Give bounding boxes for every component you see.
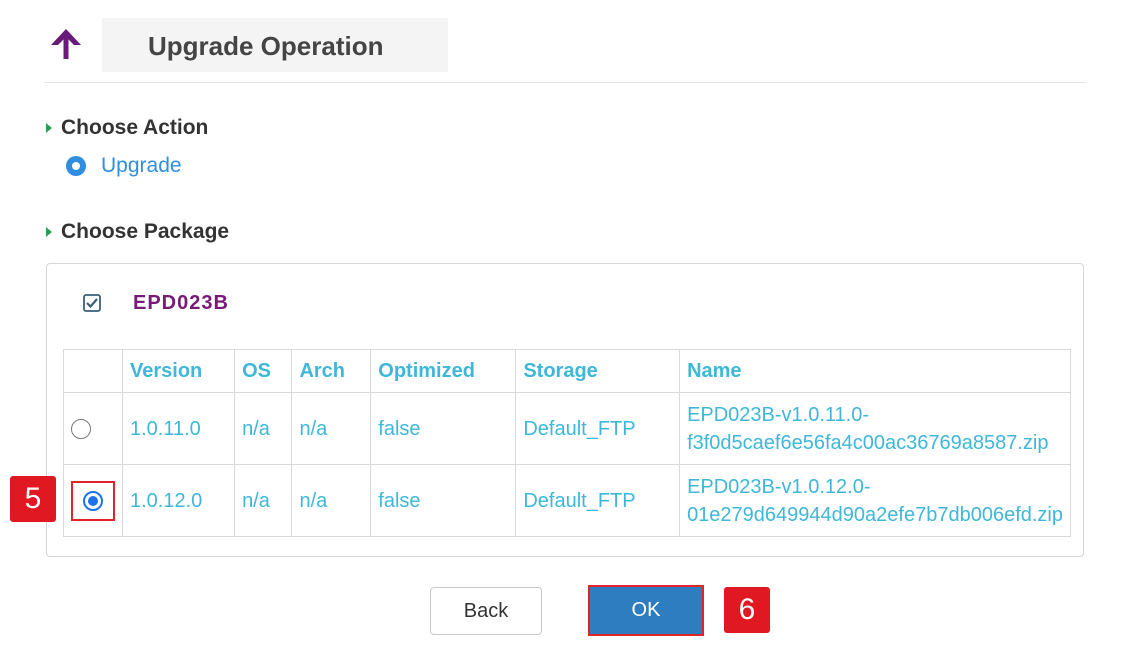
- table-header-row: Version OS Arch Optimized Storage Name: [63, 349, 1071, 393]
- row-select-cell[interactable]: [63, 464, 123, 537]
- section-marker-icon: [46, 227, 52, 237]
- cell-name-line2: 01e279d649944d90a2efe7b7db006efd.zip: [687, 503, 1063, 526]
- cell-os: n/a: [234, 464, 293, 537]
- col-name: Name: [679, 349, 1071, 393]
- col-storage: Storage: [515, 349, 681, 393]
- cell-version: 1.0.11.0: [121, 392, 236, 465]
- row-radio-selected[interactable]: [83, 491, 103, 512]
- cell-name-line1: EPD023B-v1.0.11.0-: [687, 403, 870, 426]
- section-choose-action: Choose Action: [46, 116, 208, 140]
- selection-highlight: [71, 480, 115, 521]
- col-os: OS: [234, 349, 293, 393]
- section-choose-package: Choose Package: [46, 220, 229, 244]
- cell-name: EPD023B-v1.0.12.0- 01e279d649944d90a2efe…: [679, 464, 1071, 537]
- action-upgrade-option[interactable]: Upgrade: [66, 154, 182, 178]
- package-checkbox[interactable]: [83, 294, 101, 312]
- upgrade-radio[interactable]: [66, 156, 86, 176]
- back-button[interactable]: Back: [430, 587, 542, 635]
- cell-name-line2: f3f0d5caef6e56fa4c00ac36769a8587.zip: [687, 431, 1049, 454]
- package-name: EPD023B: [133, 292, 229, 314]
- col-arch: Arch: [291, 349, 372, 393]
- cell-version: 1.0.12.0: [121, 464, 236, 537]
- upgrade-label: Upgrade: [101, 154, 182, 177]
- cell-storage: Default_FTP: [515, 464, 681, 537]
- row-radio-unselected[interactable]: [71, 419, 91, 440]
- ok-button[interactable]: OK: [588, 585, 704, 636]
- col-optimized: Optimized: [370, 349, 517, 393]
- table-row[interactable]: 1.0.12.0 n/a n/a false Default_FTP EPD02…: [63, 464, 1071, 537]
- package-table: Version OS Arch Optimized Storage Name 1…: [63, 349, 1071, 537]
- section-choose-action-label: Choose Action: [61, 116, 209, 139]
- col-version: Version: [121, 349, 236, 393]
- cell-name-line1: EPD023B-v1.0.12.0-: [687, 475, 871, 498]
- table-row[interactable]: 1.0.11.0 n/a n/a false Default_FTP EPD02…: [63, 392, 1071, 465]
- cell-name: EPD023B-v1.0.11.0- f3f0d5caef6e56fa4c00a…: [679, 392, 1071, 465]
- cell-arch: n/a: [291, 464, 372, 537]
- cell-optimized: false: [370, 392, 517, 465]
- package-panel: EPD023B Version OS Arch Optimized Storag…: [46, 263, 1084, 557]
- row-select-cell[interactable]: [63, 392, 123, 465]
- title-box: Upgrade Operation: [102, 18, 448, 72]
- cell-arch: n/a: [291, 392, 372, 465]
- col-select: [63, 349, 123, 393]
- cell-storage: Default_FTP: [515, 392, 681, 465]
- up-arrow-icon: [51, 29, 81, 59]
- section-choose-package-label: Choose Package: [61, 220, 230, 243]
- section-marker-icon: [46, 123, 52, 133]
- step-6-callout: 6: [724, 587, 770, 633]
- step-5-callout: 5: [10, 476, 56, 522]
- cell-optimized: false: [370, 464, 517, 537]
- page-header: Upgrade Operation: [44, 18, 1086, 83]
- page-title: Upgrade Operation: [148, 31, 384, 61]
- cell-os: n/a: [234, 392, 293, 465]
